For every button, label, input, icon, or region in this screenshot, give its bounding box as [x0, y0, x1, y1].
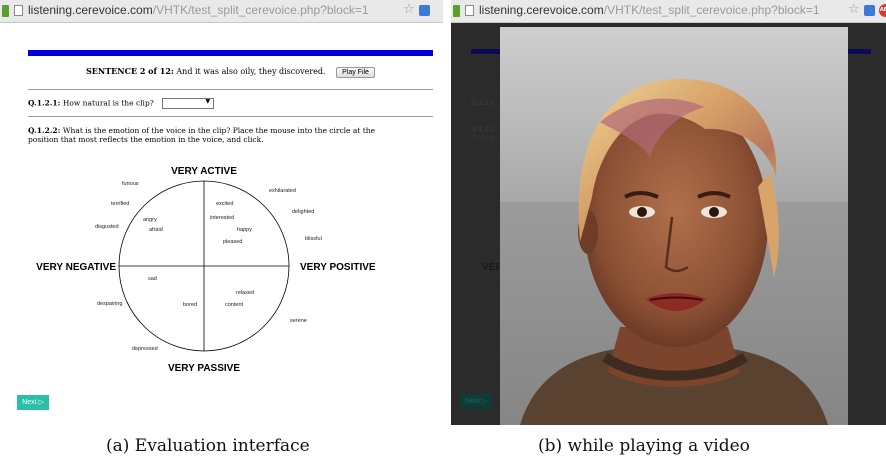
avatar-left-iris — [637, 207, 647, 217]
emotion-disgusted: disgusted — [95, 224, 119, 230]
emotion-despairing: despairing — [97, 301, 122, 307]
next-button[interactable]: Next ▷ — [460, 394, 492, 409]
emotion-terrified: terrified — [111, 201, 129, 207]
dim-q2-fragment: at the po — [471, 134, 499, 141]
adblock-icon[interactable]: ABP — [879, 4, 886, 17]
axis-label-right: VERY POSITIVE — [300, 262, 376, 273]
emotion-afraid: afraid — [149, 227, 163, 233]
emotion-serene: serene — [290, 318, 307, 324]
emotion-bored: bored — [183, 302, 197, 308]
axis-label-left: VERY NEGATIVE — [36, 262, 116, 273]
avatar-right-iris — [709, 207, 719, 217]
emotion-happy: happy — [237, 227, 252, 233]
extension-icon[interactable] — [864, 5, 875, 16]
emotion-sad: sad — [148, 276, 157, 282]
axis-label-bottom: VERY PASSIVE — [168, 363, 240, 374]
emotion-exhilarated: exhilarated — [269, 188, 296, 194]
emotion-blissful: blissful — [305, 236, 322, 242]
address-bar[interactable]: listening.cerevoice.com/VHTK/test_split_… — [451, 0, 886, 23]
emotion-excited: excited — [216, 201, 233, 207]
url-host: listening.cerevoice.com — [479, 3, 604, 17]
emotion-circle-widget: VERY ACTIVE VERY PASSIVE VERY NEGATIVE V… — [36, 166, 376, 374]
emotion-furious: furious — [122, 181, 139, 187]
evaluation-interface-screenshot: listening.cerevoice.com/VHTK/test_split_… — [0, 0, 443, 425]
url-path: /VHTK/test_split_cerevoice.php?block=1 — [603, 3, 820, 17]
avatar-video[interactable] — [500, 27, 848, 425]
next-button[interactable]: Next ▷ — [17, 395, 49, 410]
emotion-delighted: delighted — [292, 209, 314, 215]
emotion-angry: angry — [143, 217, 157, 223]
dimmed-page: Q.1.2.1 Q.1.2.2 at the po VEF Next ▷ — [451, 22, 886, 425]
emotion-interested: interested — [210, 215, 234, 221]
video-playing-screenshot: listening.cerevoice.com/VHTK/test_split_… — [451, 0, 886, 425]
axis-label-top: VERY ACTIVE — [171, 166, 237, 177]
bookmark-star-icon[interactable]: ☆ — [848, 2, 860, 17]
emotion-depressed: depressed — [132, 346, 158, 352]
site-favicon-icon — [453, 5, 460, 17]
caption-b: (b) while playing a video — [538, 436, 750, 456]
emotion-content: content — [225, 302, 244, 308]
url-text[interactable]: listening.cerevoice.com/VHTK/test_split_… — [479, 3, 820, 17]
dim-axis-fragment: VEF — [482, 262, 502, 273]
emotion-pleased: pleased — [223, 239, 242, 245]
dim-q1-label: Q.1.2.1 — [471, 100, 495, 107]
caption-a: (a) Evaluation interface — [106, 436, 310, 456]
emotion-relaxed: relaxed — [236, 290, 254, 296]
page-icon — [465, 5, 474, 16]
dim-q2-label: Q.1.2.2 — [471, 126, 495, 133]
